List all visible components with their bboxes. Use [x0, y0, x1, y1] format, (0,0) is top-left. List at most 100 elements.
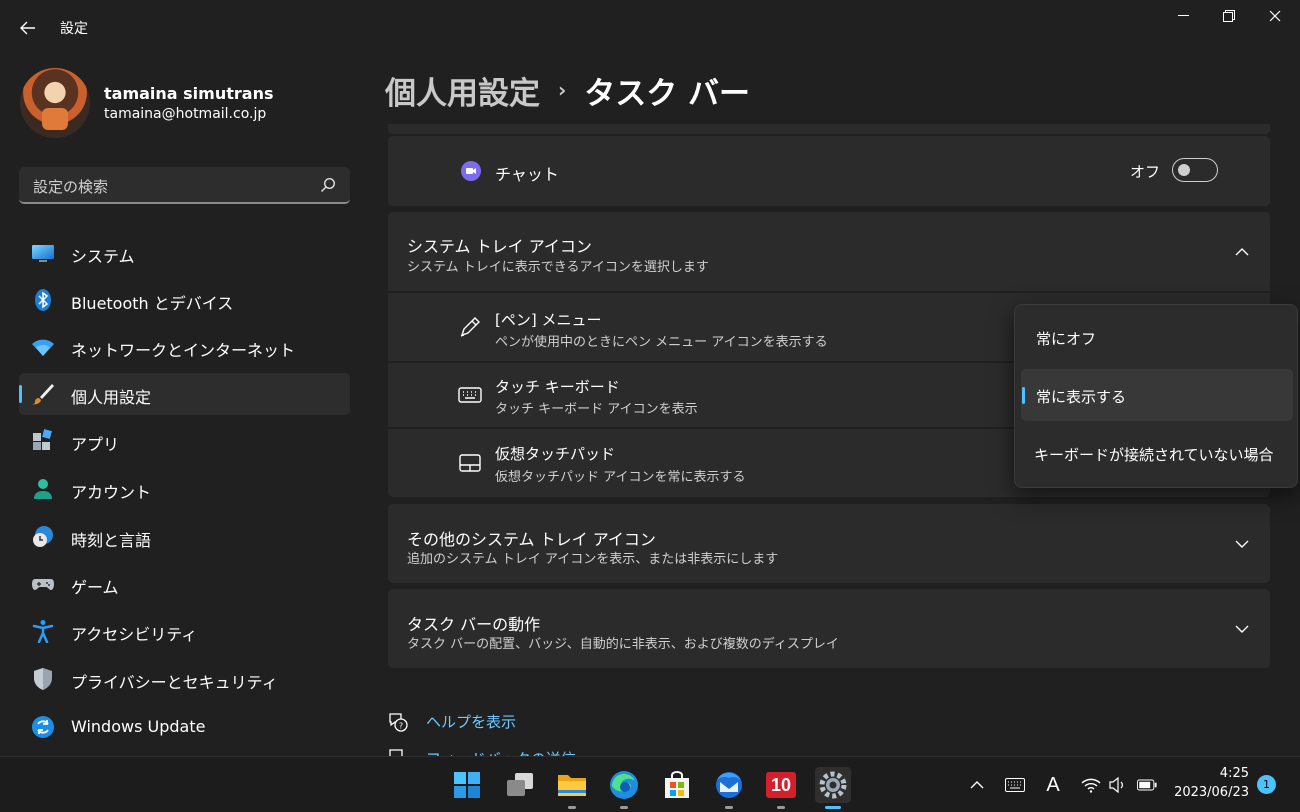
windows-update-icon — [32, 716, 54, 738]
sidebar-item-apps[interactable]: アプリ — [19, 420, 350, 462]
avatar[interactable] — [20, 68, 90, 138]
sidebar-item-privacy[interactable]: プライバシーとセキュリティ — [19, 658, 350, 700]
touch-keyboard-title: タッチ キーボード — [495, 378, 620, 396]
sidebar-item-personalization[interactable]: 個人用設定 — [19, 373, 350, 415]
touch-keyboard-tray-button[interactable] — [1005, 775, 1025, 795]
show-hidden-icons-button[interactable] — [967, 775, 987, 795]
title-bar: 設定 — [0, 0, 1300, 48]
minimize-icon — [1177, 15, 1189, 16]
sidebar-item-windows-update[interactable]: Windows Update — [19, 706, 350, 748]
chat-label: チャット — [495, 165, 559, 184]
sidebar-item-label: アカウント — [71, 483, 152, 502]
sidebar-item-network[interactable]: ネットワークとインターネット — [19, 326, 350, 368]
sidebar-item-time-language[interactable]: 時刻と言語 — [19, 516, 350, 558]
other-tray-title: その他のシステム トレイ アイコン — [407, 530, 656, 549]
sidebar-item-label: システム — [71, 247, 135, 266]
svg-text:?: ? — [399, 722, 403, 731]
chevron-down-icon[interactable] — [1234, 621, 1250, 637]
task-view-icon — [507, 773, 533, 796]
search-icon[interactable] — [320, 177, 336, 193]
running-indicator — [620, 806, 628, 809]
keyboard-icon — [458, 387, 482, 403]
taskbar-behaviors-expander[interactable]: タスク バーの動作 タスク バーの配置、バッジ、自動的に非表示、および複数のディ… — [388, 589, 1270, 668]
taskbar: 10 A — [0, 756, 1300, 812]
bluetooth-icon — [35, 289, 51, 311]
user-email: tamaina@hotmail.co.jp — [104, 106, 267, 122]
battery-icon — [1137, 779, 1157, 791]
account-icon — [34, 479, 52, 499]
wifi-icon — [1081, 778, 1101, 793]
taskbar-behaviors-title: タスク バーの動作 — [407, 615, 541, 634]
sidebar-item-label: 個人用設定 — [71, 388, 152, 407]
network-tray-button[interactable] — [1081, 775, 1101, 795]
sidebar-item-accessibility[interactable]: アクセシビリティ — [19, 610, 350, 652]
brush-icon — [32, 384, 54, 405]
dropdown-option-label: 常にオフ — [1036, 330, 1097, 348]
start-button[interactable] — [449, 767, 485, 803]
accessibility-icon — [32, 620, 54, 643]
sidebar-item-label: 時刻と言語 — [71, 531, 152, 550]
file-explorer-button[interactable] — [554, 767, 590, 809]
chevron-up-icon[interactable] — [1234, 244, 1250, 260]
app-title: 設定 — [60, 21, 88, 37]
chevron-down-icon[interactable] — [1234, 536, 1250, 552]
apps-icon — [33, 429, 52, 450]
sidebar-item-gaming[interactable]: ゲーム — [19, 563, 350, 605]
sidebar-item-bluetooth[interactable]: Bluetooth とデバイス — [19, 279, 350, 321]
sidebar-item-label: Windows Update — [71, 717, 206, 736]
sidebar-item-label: アプリ — [71, 435, 120, 454]
toggle-knob — [1178, 164, 1190, 176]
sidebar-item-label: ネットワークとインターネット — [71, 341, 296, 360]
sidebar-item-accounts[interactable]: アカウント — [19, 468, 350, 510]
edge-button[interactable] — [606, 767, 642, 809]
settings-icon — [819, 771, 847, 799]
sidebar-item-system[interactable]: システム — [19, 232, 350, 274]
previous-card-edge — [388, 124, 1270, 134]
volume-tray-button[interactable] — [1108, 775, 1128, 795]
shield-icon — [34, 668, 52, 690]
edge-icon — [610, 771, 638, 799]
virtual-touchpad-subtitle: 仮想タッチパッド アイコンを常に表示する — [495, 470, 746, 485]
clock-date[interactable]: 2023/06/23 — [1170, 785, 1249, 800]
wifi-icon — [32, 339, 54, 356]
breadcrumb-parent[interactable]: 個人用設定 — [385, 68, 540, 113]
minimize-button[interactable] — [1160, 0, 1206, 32]
dropdown-option-label: 常に表示する — [1036, 388, 1127, 406]
clock-time[interactable]: 4:25 — [1180, 766, 1249, 781]
store-button[interactable] — [659, 767, 695, 803]
back-arrow-icon — [20, 21, 35, 35]
running-indicator — [825, 806, 841, 809]
virtual-touchpad-title: 仮想タッチパッド — [495, 445, 616, 463]
search-input[interactable]: 設定の検索 — [19, 167, 350, 204]
breadcrumb: 個人用設定 › タスク バー — [385, 68, 750, 112]
thunderbird-button[interactable] — [711, 767, 747, 809]
notification-badge[interactable]: 1 — [1257, 775, 1276, 794]
breadcrumb-separator: › — [558, 78, 567, 102]
ime-indicator[interactable]: A — [1043, 774, 1063, 796]
sidebar-item-label: プライバシーとセキュリティ — [71, 673, 278, 692]
chat-toggle[interactable] — [1172, 158, 1218, 182]
other-tray-expander[interactable]: その他のシステム トレイ アイコン 追加のシステム トレイ アイコンを表示、また… — [388, 504, 1270, 583]
running-indicator — [725, 806, 733, 809]
task-view-button[interactable] — [502, 767, 538, 803]
system-tray-subtitle: システム トレイに表示できるアイコンを選択します — [407, 260, 709, 275]
dropdown-option-always-show[interactable]: 常に表示する — [1021, 369, 1293, 421]
dropdown-option-always-off[interactable]: 常にオフ — [1021, 311, 1293, 363]
back-button[interactable] — [14, 14, 42, 42]
taskbar-behaviors-subtitle: タスク バーの配置、バッジ、自動的に非表示、および複数のディスプレイ — [407, 637, 839, 652]
system-tray-expander[interactable]: システム トレイ アイコン システム トレイに表示できるアイコンを選択します — [388, 212, 1270, 291]
icon-visibility-dropdown: 常にオフ 常に表示する キーボードが接続されていない場合 — [1014, 304, 1298, 488]
dropdown-option-no-keyboard[interactable]: キーボードが接続されていない場合 — [1021, 427, 1293, 479]
close-button[interactable] — [1252, 0, 1298, 32]
sidebar-item-label: ゲーム — [71, 578, 119, 597]
close-icon — [1269, 10, 1281, 22]
app-10-button[interactable]: 10 — [763, 767, 799, 809]
battery-tray-button[interactable] — [1137, 775, 1157, 795]
keyboard-icon — [1005, 778, 1025, 792]
restore-button[interactable] — [1206, 0, 1252, 32]
touchpad-icon — [459, 454, 481, 472]
gamepad-icon — [32, 579, 54, 590]
help-icon: ? — [389, 713, 408, 732]
help-link[interactable]: ヘルプを表示 — [426, 711, 516, 732]
settings-button[interactable] — [815, 767, 851, 809]
